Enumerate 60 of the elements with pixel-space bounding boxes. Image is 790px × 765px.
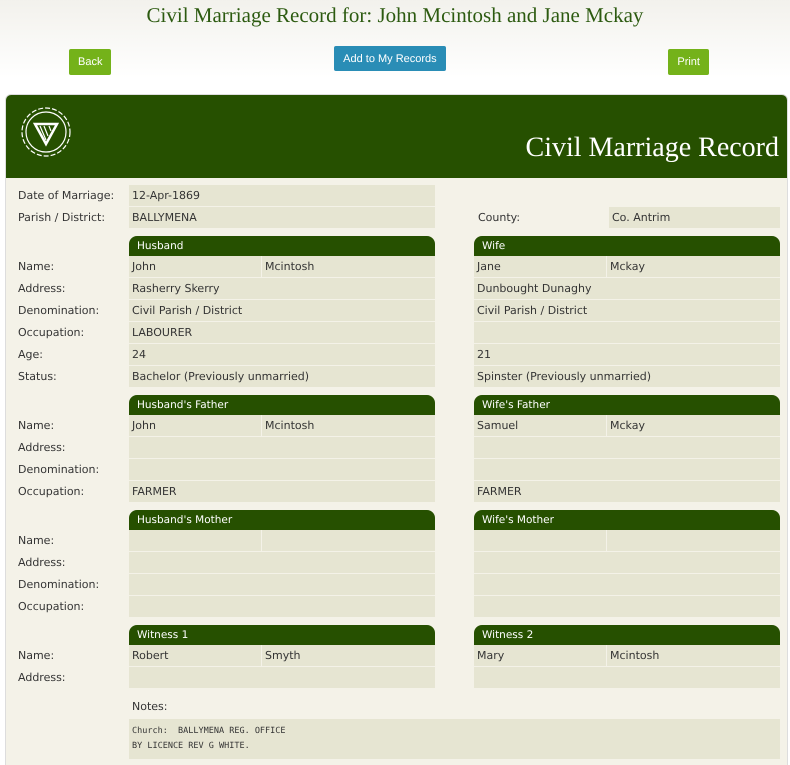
field-label: Name: <box>18 533 56 549</box>
section-header: Husband's Mother <box>129 510 435 530</box>
field-label: Date of Marriage: <box>18 188 116 204</box>
section-header: Wife's Father <box>474 395 780 415</box>
field-label: Occupation: <box>18 325 86 341</box>
record-field: 21 <box>474 344 780 365</box>
field-label: Denomination: <box>18 577 100 593</box>
record-field: John <box>129 256 261 277</box>
record-field: Samuel <box>474 415 606 436</box>
field-label: Status: <box>18 369 58 385</box>
record-field: Mckay <box>607 415 780 436</box>
record-field: Mckay <box>607 256 780 277</box>
section-header: Wife <box>474 236 780 256</box>
field-label: Occupation: <box>18 484 86 500</box>
record-field: Civil Parish / District <box>474 300 780 321</box>
record-field: Jane <box>474 256 606 277</box>
add-to-records-button[interactable]: Add to My Records <box>334 46 446 71</box>
record-field: Rasherry Skerry <box>129 278 435 299</box>
record-field: Spinster (Previously unmarried) <box>474 366 780 387</box>
record-field: Mary <box>474 645 606 666</box>
section-header: Wife's Mother <box>474 510 780 530</box>
record-field: Mcintosh <box>262 256 435 277</box>
back-button[interactable]: Back <box>69 49 112 75</box>
record-field: Robert <box>129 645 261 666</box>
record-field: Bachelor (Previously unmarried) <box>129 366 435 387</box>
field-label: Address: <box>18 555 67 571</box>
record-field: Mcintosh <box>607 645 780 666</box>
record-field: BALLYMENA <box>129 207 435 228</box>
page-title: Civil Marriage Record for: John Mcintosh and Jane Mckay <box>146 2 644 29</box>
notes-text: Church: BALLYMENA REG. OFFICE BY LICENCE REV G WHITE. <box>129 719 780 759</box>
record-field: 12-Apr-1869 <box>129 185 435 206</box>
record-field: John <box>129 415 261 436</box>
record-field: LABOURER <box>129 322 435 343</box>
field-label: Denomination: <box>18 462 100 478</box>
print-button[interactable]: Print <box>668 49 709 75</box>
record-field: FARMER <box>474 481 780 502</box>
field-label: Address: <box>18 670 67 686</box>
field-label: County: <box>477 210 522 226</box>
record-field: 24 <box>129 344 435 365</box>
field-label: Occupation: <box>18 599 86 615</box>
section-header: Husband's Father <box>129 395 435 415</box>
section-header: Husband <box>129 236 435 256</box>
field-label: Parish / District: <box>18 210 106 226</box>
record-field: Smyth <box>262 645 435 666</box>
record-field: Mcintosh <box>262 415 435 436</box>
section-header: Witness 2 <box>474 625 780 645</box>
field-label: Address: <box>18 281 67 297</box>
record-field: Dunbought Dunaghy <box>474 278 780 299</box>
field-label: Name: <box>18 259 56 275</box>
notes-label: Notes: <box>131 699 168 715</box>
banner-title: Civil Marriage Record <box>526 132 779 164</box>
section-header: Witness 1 <box>129 625 435 645</box>
record-field: Civil Parish / District <box>129 300 435 321</box>
field-label: Address: <box>18 440 67 456</box>
field-label: Name: <box>18 418 56 434</box>
record-field: FARMER <box>129 481 435 502</box>
field-label: Name: <box>18 648 56 664</box>
field-label: Age: <box>18 347 44 363</box>
field-label: Denomination: <box>18 303 100 319</box>
record-field: Co. Antrim <box>609 207 780 228</box>
